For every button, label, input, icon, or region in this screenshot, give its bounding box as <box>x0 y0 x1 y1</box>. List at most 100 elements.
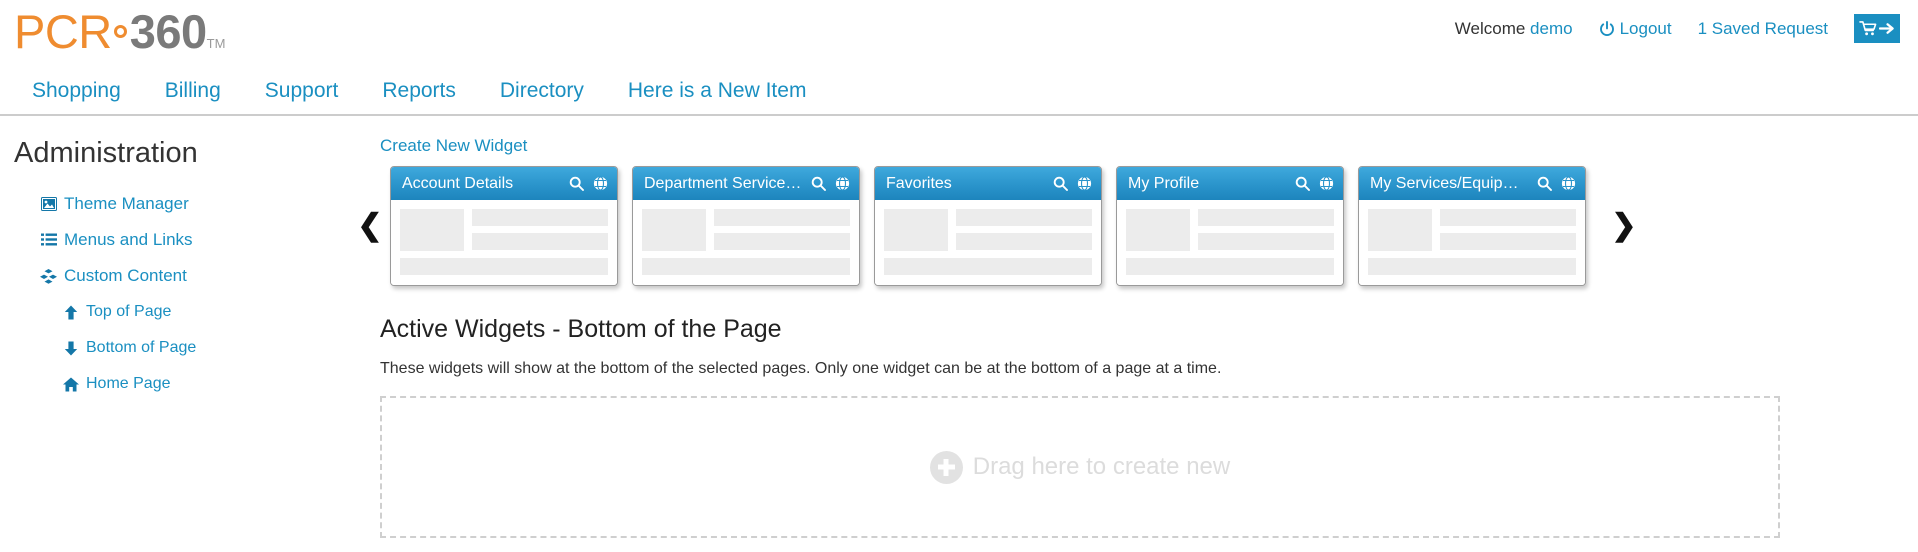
cubes-icon <box>40 268 57 285</box>
widget-placeholder-lines <box>1440 209 1576 251</box>
logout-label: Logout <box>1620 19 1672 39</box>
section-description: These widgets will show at the bottom of… <box>380 358 1888 380</box>
widget-card-favorites[interactable]: Favorites <box>874 166 1102 286</box>
widget-header: My Profile <box>1117 167 1343 200</box>
widget-header: My Services/Equip… <box>1359 167 1585 200</box>
widget-dropzone[interactable]: Drag here to create new <box>380 396 1780 538</box>
widget-placeholder-lines <box>1198 209 1334 251</box>
widget-body <box>875 200 1101 285</box>
nav-item-billing[interactable]: Billing <box>143 79 243 103</box>
widget-placeholder-footer <box>642 258 850 275</box>
arrow-up-icon <box>62 304 79 321</box>
nav-item-shopping[interactable]: Shopping <box>10 79 143 103</box>
widget-placeholder-line <box>1198 209 1334 226</box>
widget-title: Account Details <box>402 167 569 200</box>
widget-placeholder-lines <box>956 209 1092 251</box>
sidebar-item-top-of-page[interactable]: Top of Page <box>14 294 350 330</box>
globe-icon[interactable] <box>1561 176 1576 191</box>
carousel-next-button[interactable]: ❯ <box>1604 211 1644 241</box>
sidebar-item-label: Theme Manager <box>64 193 189 215</box>
magnifier-icon[interactable] <box>1053 176 1068 191</box>
shopping-cart-icon <box>1859 20 1878 37</box>
image-icon <box>40 196 57 213</box>
globe-icon[interactable] <box>1077 176 1092 191</box>
widget-placeholder-lines <box>472 209 608 251</box>
widget-placeholder-line <box>714 209 850 226</box>
sidebar-item-menus-and-links[interactable]: Menus and Links <box>14 222 350 258</box>
create-new-widget-link[interactable]: Create New Widget <box>380 136 527 156</box>
widget-placeholder-block <box>642 209 706 251</box>
logo-360-text: 360 <box>130 5 207 58</box>
plus-circle-icon <box>930 451 963 484</box>
sidebar-item-label: Menus and Links <box>64 229 193 251</box>
widget-body <box>633 200 859 285</box>
globe-icon[interactable] <box>1319 176 1334 191</box>
sidebar-item-home-page[interactable]: Home Page <box>14 366 350 402</box>
logo-dot-icon <box>114 25 127 38</box>
widget-body <box>391 200 617 285</box>
widget-placeholder-row <box>1126 209 1334 251</box>
logout-link[interactable]: Logout <box>1599 19 1672 39</box>
globe-icon[interactable] <box>835 176 850 191</box>
widget-title: My Profile <box>1128 167 1295 200</box>
nav-item-support[interactable]: Support <box>243 79 361 103</box>
sidebar-item-label: Top of Page <box>86 301 171 323</box>
widget-title: Favorites <box>886 167 1053 200</box>
sidebar: Administration Theme Manager Menus and L… <box>0 136 350 538</box>
widget-placeholder-row <box>642 209 850 251</box>
widget-carousel: ❮ Account Details <box>350 166 1888 286</box>
cart-button[interactable] <box>1854 14 1900 43</box>
widget-header-icons <box>1295 176 1334 191</box>
widget-card-department-service[interactable]: Department Service… <box>632 166 860 286</box>
magnifier-icon[interactable] <box>811 176 826 191</box>
globe-icon[interactable] <box>593 176 608 191</box>
widget-placeholder-block <box>400 209 464 251</box>
magnifier-icon[interactable] <box>569 176 584 191</box>
sidebar-title: Administration <box>14 136 350 170</box>
logo-tm-text: TM <box>207 36 226 51</box>
widget-header: Favorites <box>875 167 1101 200</box>
top-header: PCR360TM Welcome demo Logout 1 Saved Req… <box>0 0 1918 68</box>
widget-placeholder-line <box>1198 233 1334 250</box>
power-icon <box>1599 21 1615 37</box>
widget-header: Account Details <box>391 167 617 200</box>
welcome-label: Welcome demo <box>1455 19 1573 39</box>
widget-header: Department Service… <box>633 167 859 200</box>
widget-card-my-profile[interactable]: My Profile <box>1116 166 1344 286</box>
sidebar-item-label: Bottom of Page <box>86 337 196 359</box>
main-navigation: Shopping Billing Support Reports Directo… <box>0 68 1918 116</box>
widget-placeholder-line <box>1440 209 1576 226</box>
widget-placeholder-lines <box>714 209 850 251</box>
nav-item-reports[interactable]: Reports <box>360 79 478 103</box>
magnifier-icon[interactable] <box>1295 176 1310 191</box>
widget-placeholder-footer <box>1126 258 1334 275</box>
widget-placeholder-block <box>884 209 948 251</box>
widget-header-icons <box>811 176 850 191</box>
widget-header-icons <box>1537 176 1576 191</box>
widget-track: Account Details <box>390 166 1586 286</box>
sidebar-item-theme-manager[interactable]: Theme Manager <box>14 186 350 222</box>
widget-placeholder-line <box>472 233 608 250</box>
nav-item-here-is-a-new-item[interactable]: Here is a New Item <box>606 79 829 103</box>
carousel-prev-button[interactable]: ❮ <box>350 211 390 241</box>
widget-placeholder-footer <box>400 258 608 275</box>
nav-item-directory[interactable]: Directory <box>478 79 606 103</box>
magnifier-icon[interactable] <box>1537 176 1552 191</box>
main-content: Create New Widget ❮ Account Details <box>350 136 1918 538</box>
arrow-right-icon <box>1879 21 1896 36</box>
widget-placeholder-footer <box>884 258 1092 275</box>
widget-card-my-services-equipment[interactable]: My Services/Equip… <box>1358 166 1586 286</box>
widget-placeholder-footer <box>1368 258 1576 275</box>
arrow-down-icon <box>62 340 79 357</box>
saved-request-link[interactable]: 1 Saved Request <box>1698 19 1828 39</box>
widget-card-account-details[interactable]: Account Details <box>390 166 618 286</box>
widget-placeholder-row <box>1368 209 1576 251</box>
sidebar-item-label: Home Page <box>86 373 171 395</box>
app-logo[interactable]: PCR360TM <box>14 2 225 74</box>
sidebar-item-bottom-of-page[interactable]: Bottom of Page <box>14 330 350 366</box>
sidebar-item-custom-content[interactable]: Custom Content <box>14 258 350 294</box>
widget-placeholder-row <box>884 209 1092 251</box>
list-icon <box>40 232 57 249</box>
section-title: Active Widgets - Bottom of the Page <box>380 314 1888 344</box>
page-body: Administration Theme Manager Menus and L… <box>0 116 1918 538</box>
